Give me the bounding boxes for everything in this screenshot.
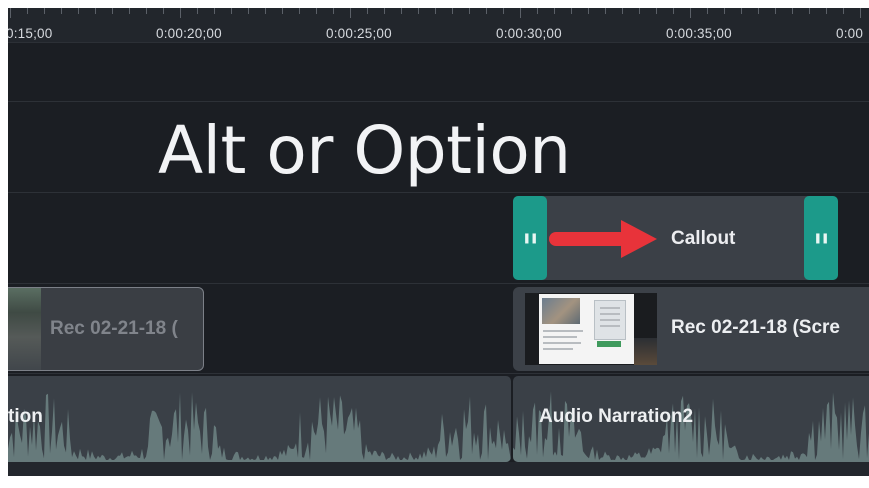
- callout-left-trim-handle[interactable]: ❚❚: [513, 196, 547, 280]
- ruler-time-label: 0:00:25;00: [326, 26, 392, 41]
- clip-thumbnail: [8, 288, 41, 370]
- timeline-bottom-bar: [8, 462, 869, 476]
- clip-label: Rec 02-21-18 (: [50, 318, 178, 339]
- screen-recording-clip-right[interactable]: Rec 02-21-18 (Scre: [513, 287, 869, 371]
- track-divider: [8, 192, 869, 193]
- track-divider: [8, 373, 869, 374]
- callout-clip-label: Callout: [671, 228, 736, 249]
- audio-narration-clip-left[interactable]: tion: [8, 376, 511, 462]
- audio-waveform: [8, 392, 511, 462]
- screen-recording-clip-left[interactable]: Rec 02-21-18 (: [8, 287, 204, 371]
- timeline-panel: 0:15;00 0:00:20;00 0:00:25;00 0:00:30;00…: [8, 8, 869, 476]
- ruler-time-label: 0:00:30;00: [496, 26, 562, 41]
- ruler-time-label: 0:00:35;00: [666, 26, 732, 41]
- track-divider: [8, 283, 869, 284]
- callout-handle-grip-icon: ❚❚: [522, 232, 539, 244]
- audio-narration-clip-right[interactable]: Audio Narration2: [513, 376, 869, 462]
- callout-handle-grip-icon: ❚❚: [813, 232, 830, 244]
- clip-label: tion: [8, 406, 43, 427]
- clip-label: Audio Narration2: [539, 406, 694, 427]
- ruler-time-label: 0:00:20;00: [156, 26, 222, 41]
- arrow-right-icon: [549, 220, 657, 258]
- clip-thumbnail: [525, 293, 657, 365]
- ruler-time-label: 0:00: [836, 26, 864, 41]
- clip-label: Rec 02-21-18 (Scre: [671, 317, 840, 338]
- title-text-overlay[interactable]: Alt or Option: [158, 112, 571, 189]
- callout-right-trim-handle[interactable]: ❚❚: [804, 196, 838, 280]
- track-divider: [8, 101, 869, 102]
- callout-clip[interactable]: ❚❚ Callout ❚❚: [513, 196, 838, 280]
- timeline-ruler[interactable]: 0:15;00 0:00:20;00 0:00:25;00 0:00:30;00…: [8, 8, 869, 43]
- ruler-time-label: 0:15;00: [8, 26, 53, 41]
